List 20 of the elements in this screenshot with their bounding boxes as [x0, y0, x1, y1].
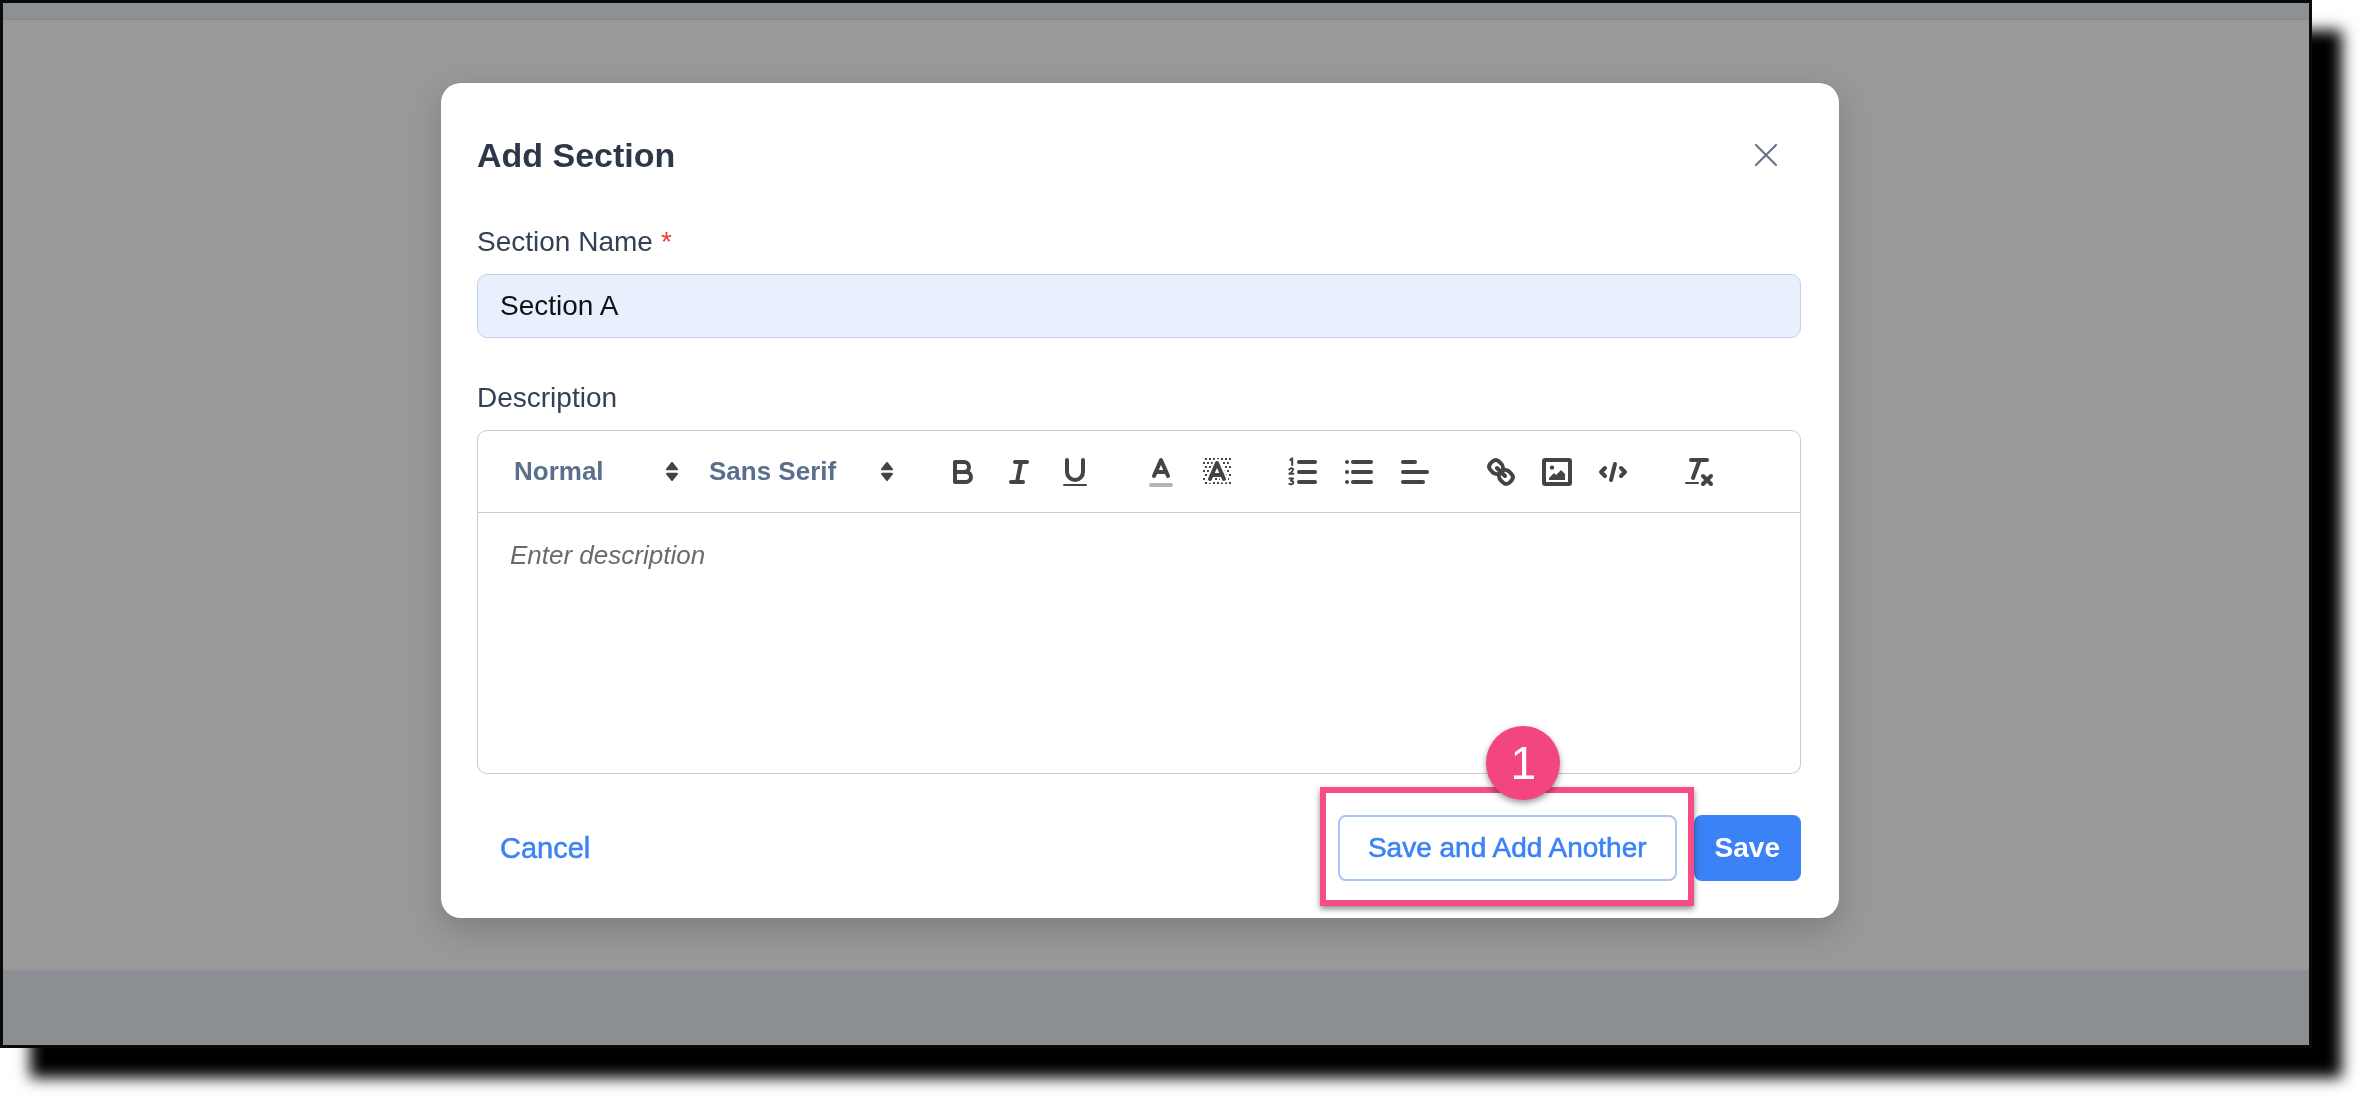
underline-icon[interactable]	[1060, 456, 1090, 487]
background-color-icon[interactable]	[1202, 456, 1232, 487]
image-icon[interactable]	[1542, 456, 1572, 487]
sort-arrows-icon	[666, 462, 678, 481]
text-color-icon[interactable]	[1146, 456, 1176, 487]
field-label: Section Name	[477, 225, 653, 259]
primary-button[interactable]: Save	[1693, 815, 1801, 881]
link-icon[interactable]	[1486, 456, 1516, 487]
secondary-button[interactable]: Save and Add Another	[1337, 815, 1677, 881]
toolbar-dropdown[interactable]: Sans Serif	[709, 454, 893, 489]
required-asterisk: *	[660, 225, 672, 259]
text-field[interactable]: Section A	[477, 274, 1801, 338]
numbered-list-icon[interactable]	[1288, 456, 1318, 487]
clear-format-icon[interactable]	[1684, 456, 1714, 487]
dialog-title: Add Section	[477, 135, 676, 176]
close-icon[interactable]	[1754, 143, 1778, 167]
field-label: Description	[477, 381, 618, 415]
toolbar-dropdown[interactable]: Normal	[514, 454, 678, 489]
sort-arrows-icon	[881, 462, 893, 481]
cancel-button[interactable]: Cancel	[500, 831, 591, 865]
